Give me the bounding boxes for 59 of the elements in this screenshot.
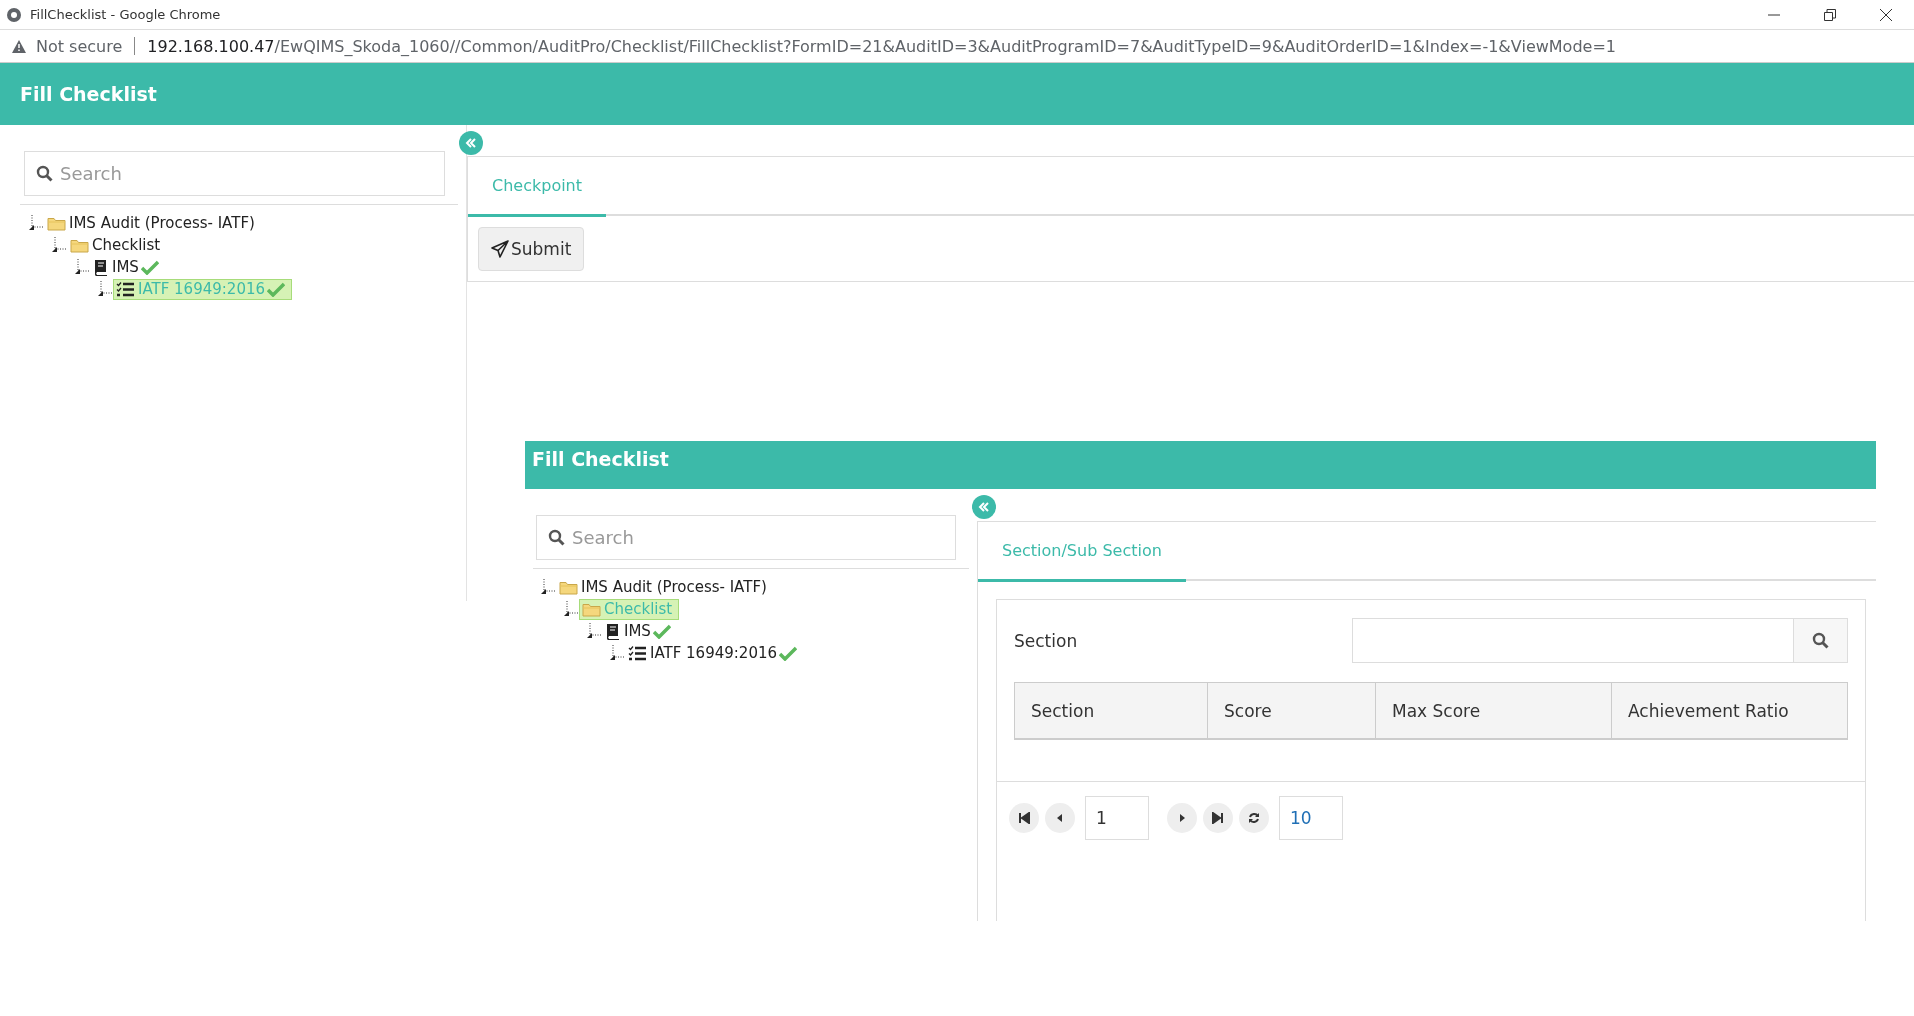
search-field[interactable]: Search bbox=[536, 515, 956, 560]
column-header[interactable]: Score bbox=[1207, 682, 1376, 739]
tree-item[interactable]: IMS bbox=[602, 620, 678, 642]
double-chevron-icon bbox=[465, 138, 477, 148]
close-icon[interactable] bbox=[1880, 8, 1892, 21]
tree-item[interactable]: IMS Audit (Process- IATF) bbox=[556, 576, 774, 598]
tree-connector-icon[interactable] bbox=[609, 645, 625, 661]
last-page-button[interactable] bbox=[1203, 803, 1233, 833]
check-icon bbox=[267, 281, 286, 297]
refresh-button[interactable] bbox=[1239, 803, 1269, 833]
window-title: FillChecklist - Google Chrome bbox=[30, 7, 222, 22]
submit-button[interactable]: Submit bbox=[478, 226, 585, 271]
tree-connector-icon[interactable] bbox=[74, 259, 90, 275]
page-title: Fill Checklist bbox=[20, 83, 157, 105]
book-icon bbox=[93, 258, 109, 276]
tree-connector-icon[interactable] bbox=[586, 623, 602, 639]
security-label[interactable]: Not secure bbox=[36, 36, 123, 56]
tree-item[interactable]: IMS Audit (Process- IATF) bbox=[44, 212, 262, 234]
restore-icon[interactable] bbox=[1824, 8, 1836, 21]
tree-connector-icon[interactable] bbox=[563, 601, 579, 617]
refresh-icon bbox=[1248, 812, 1260, 824]
tree-connector-icon[interactable] bbox=[540, 579, 556, 595]
tree-connector-icon[interactable] bbox=[28, 215, 44, 231]
folder-icon bbox=[70, 237, 89, 253]
column-header[interactable]: Section bbox=[1014, 682, 1208, 739]
search-field[interactable]: Search bbox=[24, 151, 445, 196]
tree-item[interactable]: IATF 16949:2016 bbox=[625, 642, 805, 664]
column-header[interactable]: Max Score bbox=[1375, 682, 1612, 739]
checklist-icon bbox=[628, 645, 647, 661]
page-title: Fill Checklist bbox=[532, 448, 669, 470]
browser-logo-icon bbox=[6, 6, 22, 23]
field-label: Section bbox=[1014, 630, 1079, 651]
next-page-button[interactable] bbox=[1167, 803, 1197, 833]
double-chevron-icon bbox=[978, 502, 990, 512]
search-icon bbox=[1812, 632, 1829, 649]
tree-connector-icon[interactable] bbox=[51, 237, 67, 253]
last-page-icon bbox=[1212, 812, 1224, 824]
page-number-field[interactable]: 1 bbox=[1085, 796, 1149, 840]
check-icon bbox=[779, 645, 798, 661]
tree-item[interactable]: Checklist bbox=[67, 234, 168, 256]
tree-connector-icon[interactable] bbox=[97, 281, 113, 297]
check-icon bbox=[652, 623, 671, 639]
first-page-button[interactable] bbox=[1009, 803, 1039, 833]
folder-icon bbox=[47, 215, 66, 231]
warning-icon bbox=[12, 39, 26, 53]
column-header[interactable]: Achievement Ratio bbox=[1611, 682, 1848, 739]
folder-icon bbox=[582, 601, 601, 617]
previous-page-button[interactable] bbox=[1045, 803, 1075, 833]
page-size-field[interactable]: 10 bbox=[1279, 796, 1343, 840]
search-button[interactable] bbox=[1794, 618, 1848, 663]
url-text[interactable]: 192.168.100.47/EwQIMS_Skoda_1060//Common/AuditPro/Checklist/FillChecklist?FormID=21&AuditID=3&AuditProgramID=7&AuditTypeID=9&AuditOrderID=1&Index=-1&ViewMode=1 bbox=[147, 36, 1616, 56]
folder-icon bbox=[559, 579, 578, 595]
paper-plane-icon bbox=[491, 239, 509, 258]
tree-item[interactable]: IMS bbox=[90, 256, 166, 278]
check-icon bbox=[140, 259, 159, 275]
checklist-icon bbox=[116, 281, 135, 297]
book-icon bbox=[605, 622, 621, 640]
section-search-field[interactable] bbox=[1352, 618, 1794, 663]
first-page-icon bbox=[1018, 812, 1030, 824]
